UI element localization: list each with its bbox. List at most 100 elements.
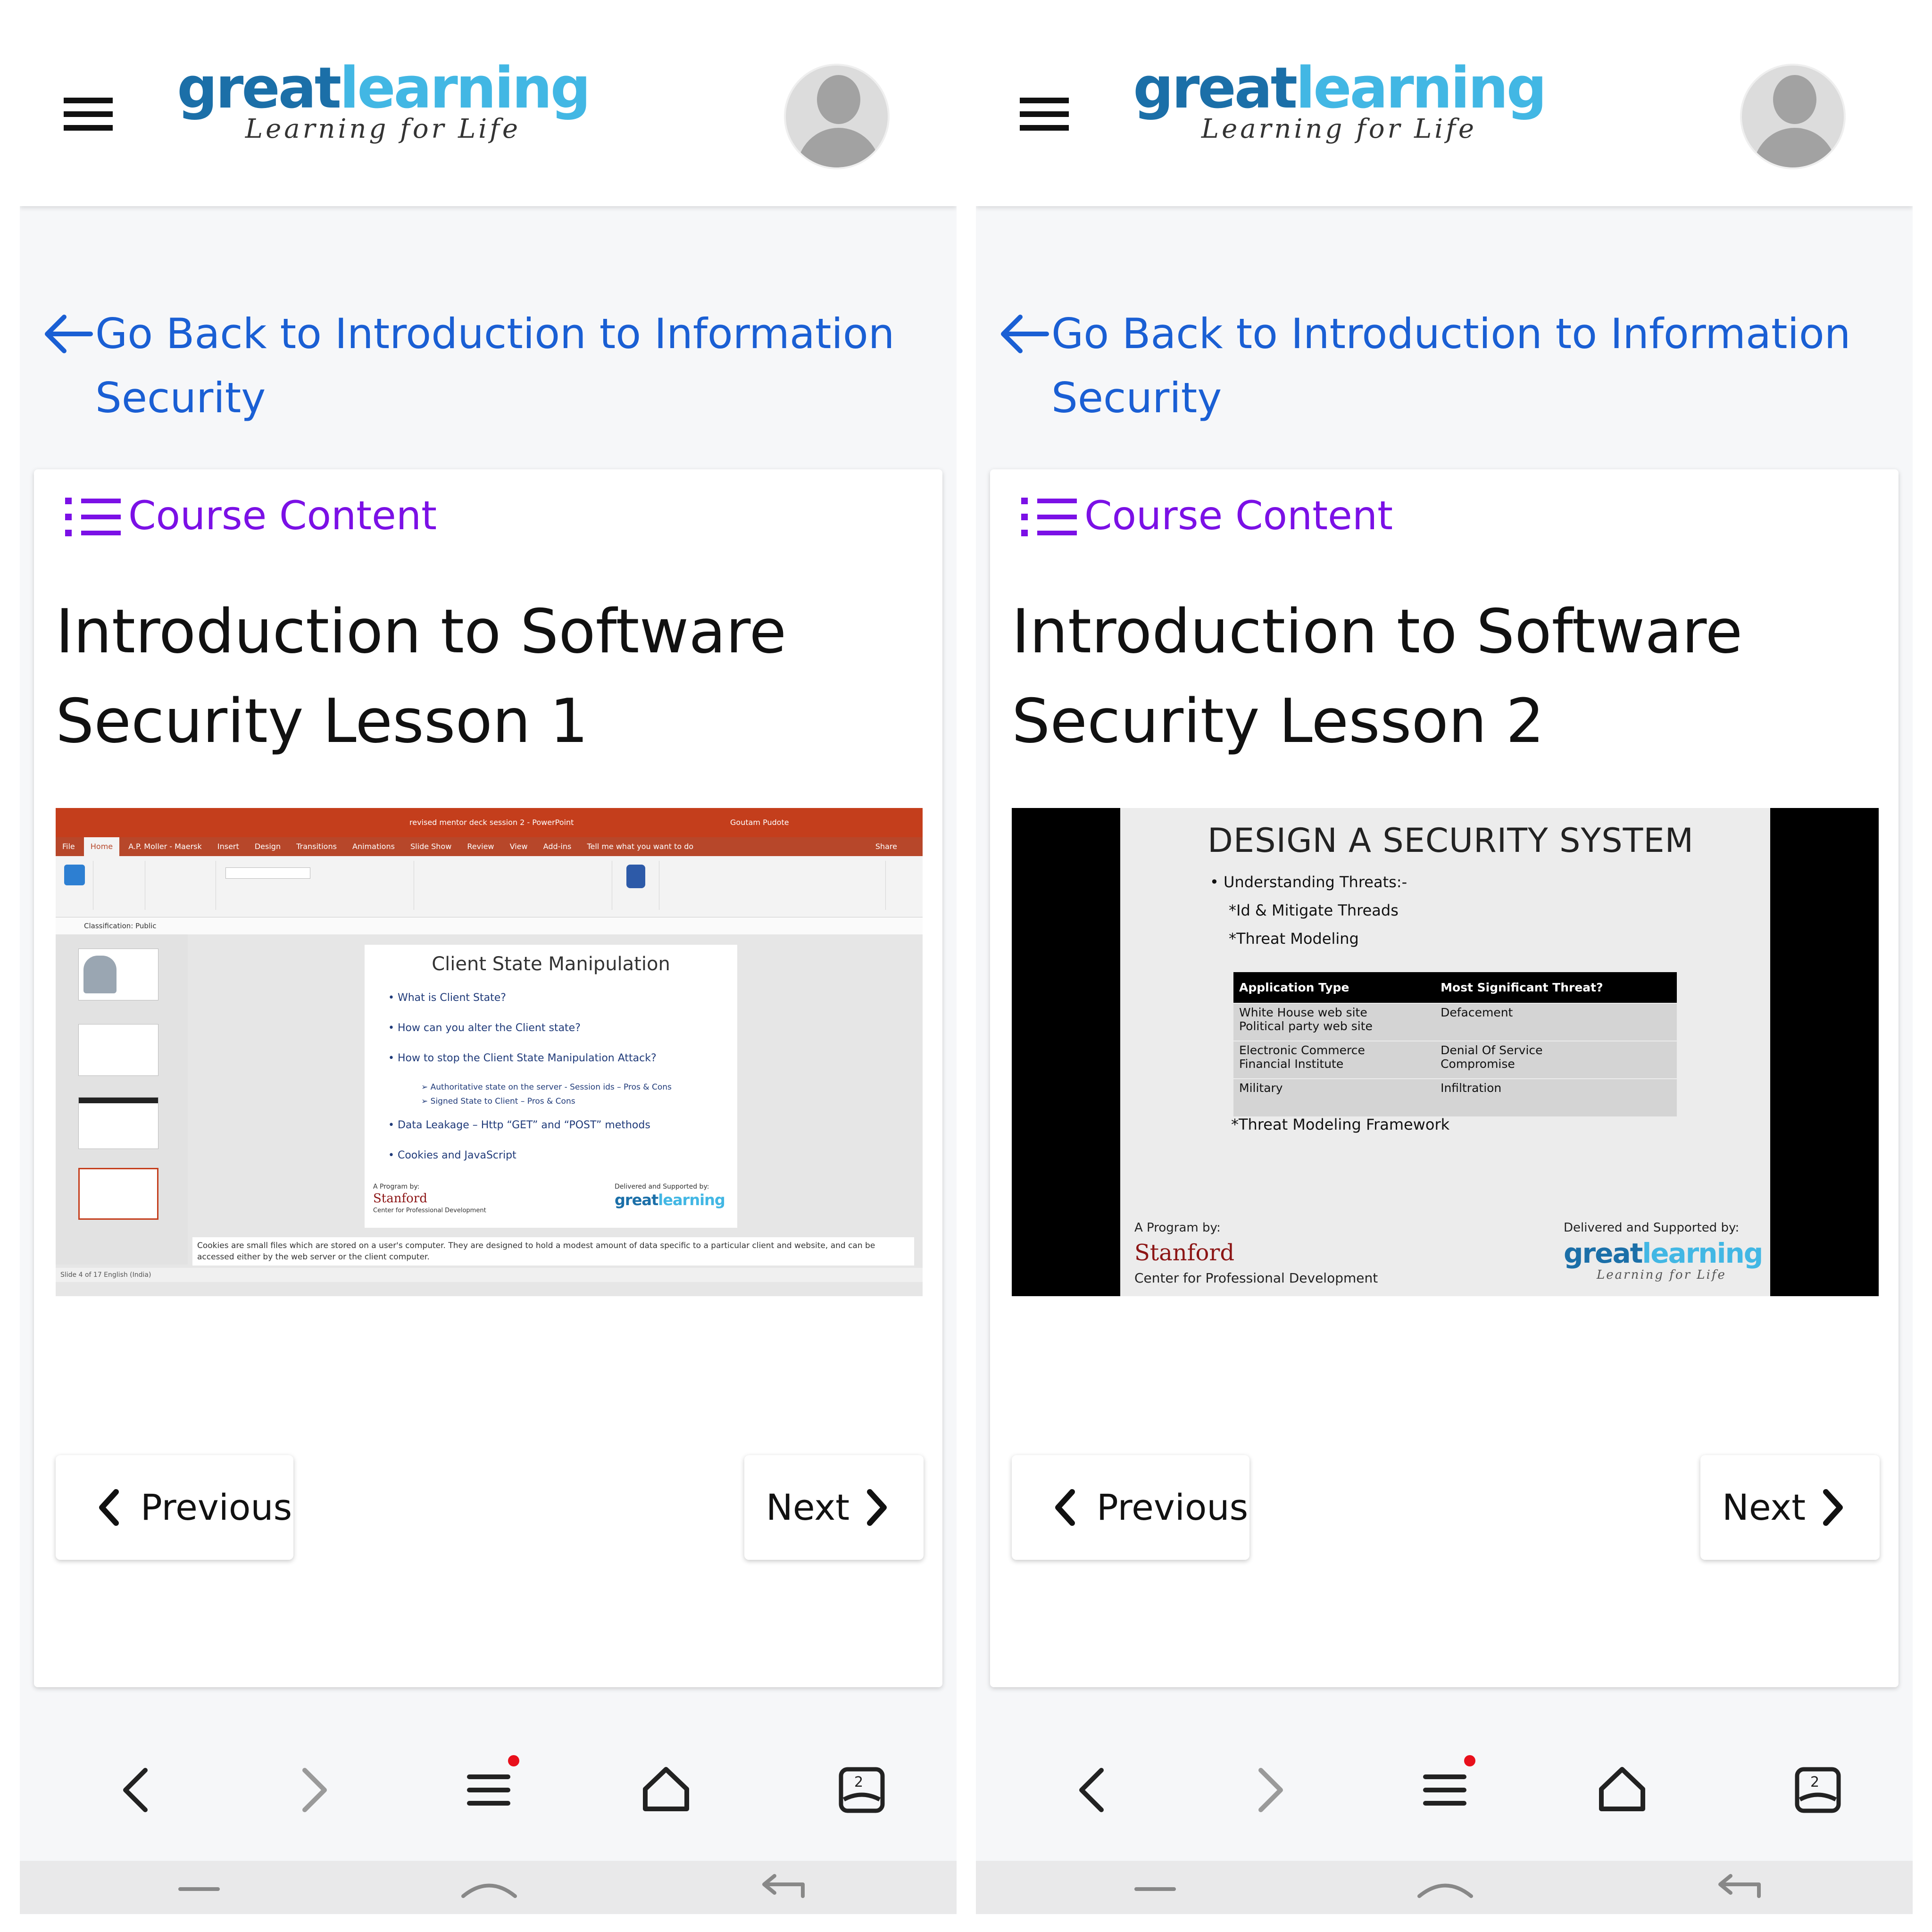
ppt-menu-item: Tell me what you want to do bbox=[587, 842, 694, 851]
ppt-menu-item: Design bbox=[254, 842, 281, 851]
tab-count: 2 bbox=[1810, 1774, 1820, 1790]
ppt-menu-item: Add-ins bbox=[543, 842, 572, 851]
ppt-slide-title: Client State Manipulation bbox=[432, 953, 670, 975]
ppt-bullet: • How can you alter the Client state? bbox=[388, 1022, 581, 1034]
slide-gl-logo: greatlearning bbox=[1564, 1237, 1763, 1269]
hamburger-icon[interactable] bbox=[64, 98, 113, 131]
browser-forward-icon[interactable] bbox=[284, 1762, 341, 1818]
logo-part1: great bbox=[177, 56, 341, 121]
go-back-link[interactable]: Go Back to Introduction to Information S… bbox=[998, 302, 1894, 430]
slide-bullet: • Understanding Threats:- bbox=[1210, 873, 1407, 891]
chevron-left-icon bbox=[99, 1489, 119, 1526]
lesson-title: Introduction to Software Security Lesson… bbox=[56, 597, 787, 757]
site-header: greatlearning Learning for Life bbox=[976, 0, 1913, 206]
ppt-bullet: • How to stop the Client State Manipulat… bbox=[388, 1052, 657, 1064]
ppt-window-title: revised mentor deck session 2 - PowerPoi… bbox=[409, 818, 574, 827]
table-cell: Military bbox=[1233, 1078, 1435, 1116]
ppt-current-slide: Client State Manipulation • What is Clie… bbox=[365, 945, 737, 1228]
lesson-title: Introduction to Software Security Lesson… bbox=[1012, 597, 1743, 757]
ppt-bullet: • What is Client State? bbox=[388, 992, 506, 1004]
lesson-video[interactable]: revised mentor deck session 2 - PowerPoi… bbox=[56, 808, 923, 1296]
ppt-menubar: File Home A.P. Moller - Maersk Insert De… bbox=[56, 837, 923, 856]
chevron-right-icon bbox=[1823, 1489, 1843, 1526]
course-content-label: Course Content bbox=[128, 492, 437, 539]
previous-button[interactable]: Previous bbox=[56, 1455, 293, 1560]
ppt-menu-item: View bbox=[509, 842, 528, 851]
powerpoint-screenshot: revised mentor deck session 2 - PowerPoi… bbox=[56, 808, 923, 1296]
home-icon[interactable] bbox=[458, 1870, 520, 1903]
home-icon[interactable] bbox=[1415, 1870, 1476, 1903]
logo-part1: great bbox=[1133, 56, 1298, 121]
table-cell: Defacement bbox=[1435, 1003, 1677, 1041]
avatar-icon[interactable] bbox=[1740, 64, 1846, 169]
system-nav-bar bbox=[976, 1861, 1913, 1914]
hamburger-icon[interactable] bbox=[1020, 98, 1069, 131]
ppt-menu-item: File bbox=[62, 842, 75, 851]
ppt-titlebar: revised mentor deck session 2 - PowerPoi… bbox=[56, 808, 923, 837]
slide-title: DESIGN A SECURITY SYSTEM bbox=[1208, 821, 1694, 860]
back-icon[interactable] bbox=[756, 1870, 808, 1903]
table-header: Most Significant Threat? bbox=[1435, 972, 1677, 1003]
next-button[interactable]: Next bbox=[1700, 1455, 1880, 1560]
ppt-gl-logo: greatlearning bbox=[615, 1191, 725, 1209]
ppt-sub-bullet: ➢ Signed State to Client – Pros & Cons bbox=[421, 1097, 575, 1106]
browser-menu-icon[interactable] bbox=[461, 1755, 519, 1818]
ppt-classification: Classification: Public bbox=[56, 917, 923, 934]
ppt-menu-item: Animations bbox=[352, 842, 395, 851]
greatlearning-logo[interactable]: greatlearning Learning for Life bbox=[171, 56, 595, 150]
back-icon[interactable] bbox=[1712, 1870, 1764, 1903]
table-cell: Infiltration bbox=[1435, 1078, 1677, 1116]
browser-back-icon[interactable] bbox=[109, 1762, 166, 1818]
browser-menu-icon[interactable] bbox=[1417, 1755, 1475, 1818]
chevron-right-icon bbox=[867, 1489, 887, 1526]
table-row: White House web site Political party web… bbox=[1233, 1003, 1677, 1041]
ppt-menu-item: Transitions bbox=[296, 842, 337, 851]
ppt-menu-item: Insert bbox=[217, 842, 239, 851]
lesson-card: Course Content Introduction to Software … bbox=[34, 469, 942, 1687]
ppt-sub-bullet: ➢ Authoritative state on the server - Se… bbox=[421, 1083, 672, 1092]
greatlearning-logo[interactable]: greatlearning Learning for Life bbox=[1127, 56, 1551, 150]
ppt-menu-item: Review bbox=[467, 842, 494, 851]
delivered-by: Delivered and Supported by: bbox=[1564, 1221, 1740, 1235]
lesson-card: Course Content Introduction to Software … bbox=[990, 469, 1899, 1687]
ppt-menu-item: A.P. Moller - Maersk bbox=[128, 842, 202, 851]
go-back-text: Go Back to Introduction to Information S… bbox=[95, 309, 895, 422]
phone-screen-lesson-2: greatlearning Learning for Life Go Back … bbox=[976, 0, 1913, 1914]
threat-table: Application Type Most Significant Threat… bbox=[1233, 972, 1677, 1116]
go-back-link[interactable]: Go Back to Introduction to Information S… bbox=[42, 302, 938, 430]
ppt-user: Goutam Pudote bbox=[730, 818, 789, 827]
ppt-bullet: • Cookies and JavaScript bbox=[388, 1149, 516, 1161]
avatar-icon[interactable] bbox=[784, 64, 890, 169]
back-arrow-icon bbox=[1001, 315, 1049, 353]
recents-icon[interactable] bbox=[175, 1875, 223, 1903]
browser-tabs-icon[interactable]: 2 bbox=[833, 1762, 890, 1818]
screenshot-root: greatlearning Learning for Life Go Back … bbox=[0, 0, 1932, 1932]
browser-tabs-icon[interactable]: 2 bbox=[1790, 1762, 1846, 1818]
browser-back-icon[interactable] bbox=[1066, 1762, 1122, 1818]
table-cell: White House web site Political party web… bbox=[1233, 1003, 1435, 1041]
previous-label: Previous bbox=[141, 1486, 292, 1528]
previous-label: Previous bbox=[1097, 1486, 1249, 1528]
ppt-menu-item: Share bbox=[875, 842, 897, 851]
browser-forward-icon[interactable] bbox=[1240, 1762, 1297, 1818]
browser-home-icon[interactable] bbox=[638, 1762, 694, 1818]
ppt-program-by: A Program by: bbox=[373, 1183, 420, 1191]
slide-gl-tagline: Learning for Life bbox=[1597, 1268, 1726, 1282]
previous-button[interactable]: Previous bbox=[1012, 1455, 1249, 1560]
browser-home-icon[interactable] bbox=[1594, 1762, 1650, 1818]
program-by: A Program by: bbox=[1134, 1221, 1221, 1235]
logo-part2: learning bbox=[340, 56, 591, 121]
ppt-delivered: Delivered and Supported by: bbox=[615, 1183, 709, 1191]
ppt-menu-item: Slide Show bbox=[410, 842, 452, 851]
lesson-video[interactable]: DESIGN A SECURITY SYSTEM • Understanding… bbox=[1012, 808, 1879, 1296]
ppt-menu-item: Home bbox=[83, 837, 120, 856]
site-header: greatlearning Learning for Life bbox=[20, 0, 957, 206]
phone-screen-lesson-1: greatlearning Learning for Life Go Back … bbox=[20, 0, 957, 1914]
recents-icon[interactable] bbox=[1132, 1875, 1179, 1903]
table-row: Military Infiltration bbox=[1233, 1078, 1677, 1116]
ppt-notes: Cookies are small files which are stored… bbox=[192, 1237, 914, 1266]
slide-footer-note: *Threat Modeling Framework bbox=[1231, 1116, 1450, 1133]
ppt-statusbar: Slide 4 of 17 English (India) bbox=[56, 1268, 923, 1282]
stanford-cpd: Center for Professional Development bbox=[1134, 1270, 1378, 1286]
next-button[interactable]: Next bbox=[744, 1455, 924, 1560]
